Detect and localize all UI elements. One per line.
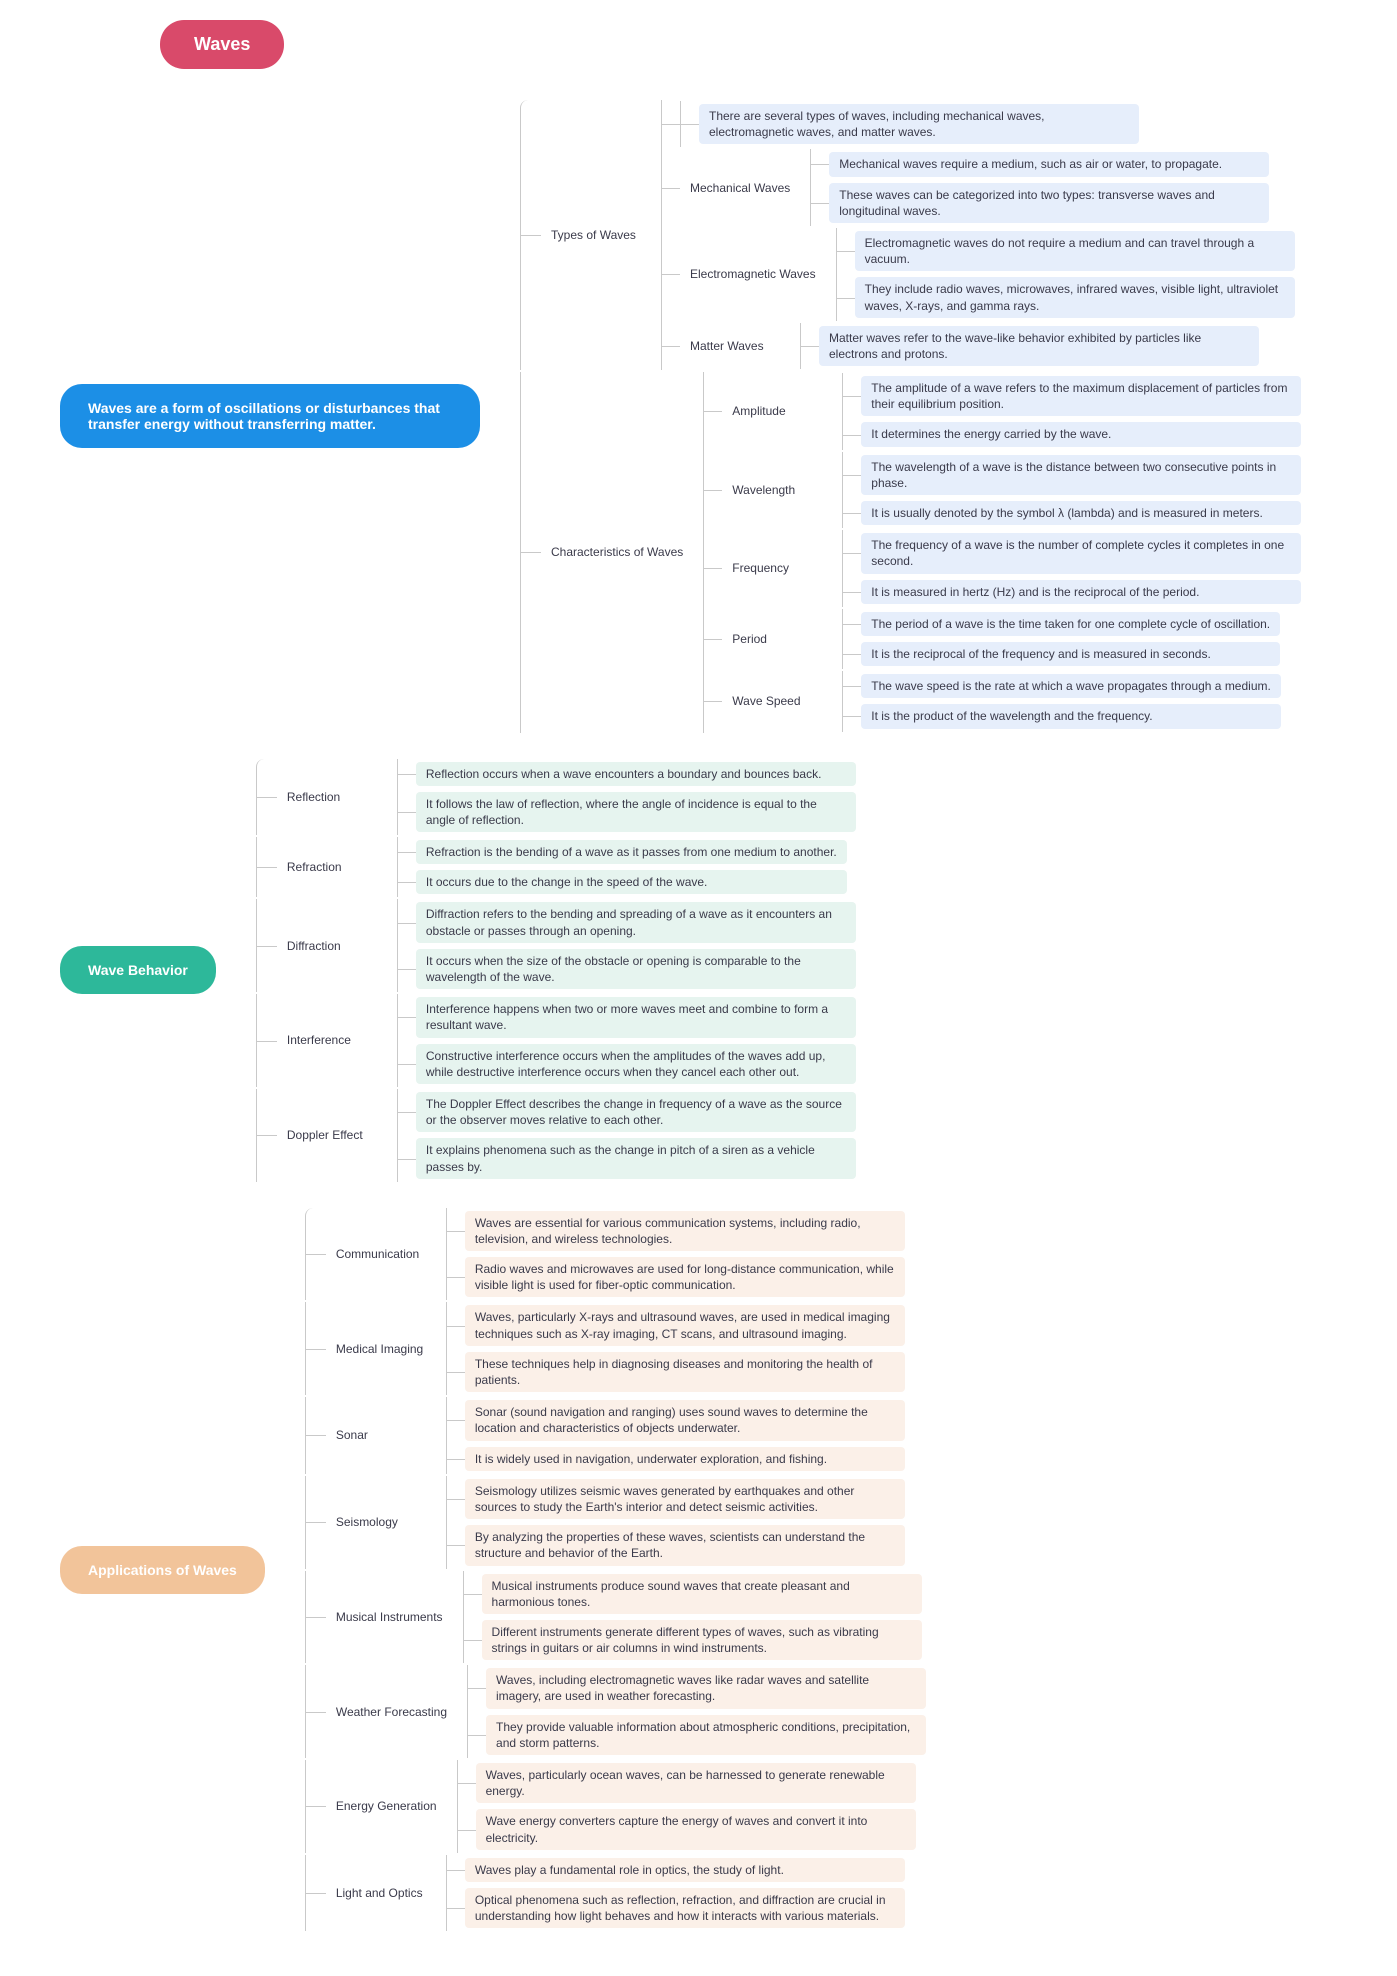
chapter-node[interactable]: Waves are a form of oscillations or dist… (60, 384, 480, 448)
root-node[interactable]: Waves (160, 20, 284, 69)
leaf-node[interactable]: It explains phenomena such as the change… (416, 1138, 856, 1178)
branch-label[interactable]: Weather Forecasting (326, 1700, 457, 1724)
branch-label[interactable]: Electromagnetic Waves (680, 262, 826, 286)
leaf-node[interactable]: These waves can be categorized into two … (829, 183, 1269, 223)
leaf-node[interactable]: The amplitude of a wave refers to the ma… (861, 376, 1301, 416)
branch-label[interactable]: Energy Generation (326, 1794, 447, 1818)
branch-label[interactable]: Diffraction (277, 934, 387, 958)
branch-label[interactable]: Sonar (326, 1423, 436, 1447)
leaf-node[interactable]: Waves, including electromagnetic waves l… (486, 1668, 926, 1708)
leaf-node[interactable]: Mechanical waves require a medium, such … (829, 152, 1269, 176)
leaf-node[interactable]: The wave speed is the rate at which a wa… (861, 674, 1281, 698)
leaf-node[interactable]: The period of a wave is the time taken f… (861, 612, 1280, 636)
leaf-node[interactable]: Different instruments generate different… (482, 1620, 922, 1660)
leaf-node[interactable]: Diffraction refers to the bending and sp… (416, 902, 856, 942)
leaf-node[interactable]: Sonar (sound navigation and ranging) use… (465, 1400, 905, 1440)
leaf-node[interactable]: They provide valuable information about … (486, 1715, 926, 1755)
leaf-node[interactable]: It is widely used in navigation, underwa… (465, 1447, 905, 1471)
branch-label[interactable]: Light and Optics (326, 1881, 436, 1905)
branch-label[interactable]: Wave Speed (722, 689, 832, 713)
branch-label[interactable]: Wavelength (722, 478, 832, 502)
leaf-node[interactable]: Matter waves refer to the wave-like beha… (819, 326, 1259, 366)
branch-label[interactable]: Mechanical Waves (680, 176, 800, 200)
leaf-node[interactable]: Waves, particularly ocean waves, can be … (476, 1763, 916, 1803)
chapter-row: Wave Behavior Reflection Reflection occurs… (60, 758, 1377, 1183)
leaf-node[interactable]: They include radio waves, microwaves, in… (855, 277, 1295, 317)
leaf-node[interactable]: Refraction is the bending of a wave as i… (416, 840, 847, 864)
leaf-node[interactable]: The wavelength of a wave is the distance… (861, 455, 1301, 495)
branch-label[interactable]: Doppler Effect (277, 1123, 387, 1147)
leaf-node[interactable]: It follows the law of reflection, where … (416, 792, 856, 832)
leaf-node[interactable]: It is measured in hertz (Hz) and is the … (861, 580, 1301, 604)
chapter-node[interactable]: Applications of Waves (60, 1546, 265, 1594)
section-label[interactable]: Characteristics of Waves (541, 540, 693, 564)
branch-label[interactable]: Period (722, 627, 832, 651)
leaf-node[interactable]: Reflection occurs when a wave encounters… (416, 762, 856, 786)
leaf-node[interactable]: Seismology utilizes seismic waves genera… (465, 1479, 905, 1519)
mindmap-canvas: Waves Waves are a form of oscillations o… (60, 20, 1377, 1932)
leaf-node[interactable]: Electromagnetic waves do not require a m… (855, 231, 1295, 271)
leaf-node[interactable]: Optical phenomena such as reflection, re… (465, 1888, 905, 1928)
leaf-node[interactable]: Wave energy converters capture the energ… (476, 1809, 916, 1849)
branch-label[interactable]: Reflection (277, 785, 387, 809)
branch-label[interactable]: Matter Waves (680, 334, 790, 358)
leaf-node[interactable]: It is the product of the wavelength and … (861, 704, 1281, 728)
branch-label[interactable]: Medical Imaging (326, 1337, 436, 1361)
leaf-node[interactable]: It determines the energy carried by the … (861, 422, 1301, 446)
chapter-node[interactable]: Wave Behavior (60, 946, 216, 994)
branch-label[interactable]: Communication (326, 1242, 436, 1266)
branch-label[interactable]: Seismology (326, 1510, 436, 1534)
leaf-node[interactable]: It is the reciprocal of the frequency an… (861, 642, 1280, 666)
section-label[interactable]: Types of Waves (541, 223, 651, 247)
branch-label[interactable]: Musical Instruments (326, 1605, 453, 1629)
leaf-node[interactable]: Waves are essential for various communic… (465, 1211, 905, 1251)
leaf-node[interactable]: It occurs due to the change in the speed… (416, 870, 847, 894)
branch-label[interactable]: Frequency (722, 556, 832, 580)
leaf-node[interactable]: The frequency of a wave is the number of… (861, 533, 1301, 573)
leaf-node[interactable]: Waves play a fundamental role in optics,… (465, 1858, 905, 1882)
leaf-node[interactable]: These techniques help in diagnosing dise… (465, 1352, 905, 1392)
leaf-node[interactable]: Radio waves and microwaves are used for … (465, 1257, 905, 1297)
branch-label[interactable]: Refraction (277, 855, 387, 879)
chapter-row: Applications of Waves Communication Waves … (60, 1207, 1377, 1933)
branch-label[interactable]: Amplitude (722, 399, 832, 423)
leaf-node[interactable]: It occurs when the size of the obstacle … (416, 949, 856, 989)
leaf-node[interactable]: Constructive interference occurs when th… (416, 1044, 856, 1084)
leaf-node[interactable]: The Doppler Effect describes the change … (416, 1092, 856, 1132)
leaf-node[interactable]: It is usually denoted by the symbol λ (l… (861, 501, 1301, 525)
leaf-node[interactable]: There are several types of waves, includ… (699, 104, 1139, 144)
leaf-node[interactable]: Waves, particularly X-rays and ultrasoun… (465, 1305, 905, 1345)
branch-label[interactable]: Interference (277, 1028, 387, 1052)
leaf-node[interactable]: Musical instruments produce sound waves … (482, 1574, 922, 1614)
leaf-node[interactable]: Interference happens when two or more wa… (416, 997, 856, 1037)
chapter-row: Waves are a form of oscillations or dist… (60, 99, 1377, 734)
leaf-node[interactable]: By analyzing the properties of these wav… (465, 1525, 905, 1565)
